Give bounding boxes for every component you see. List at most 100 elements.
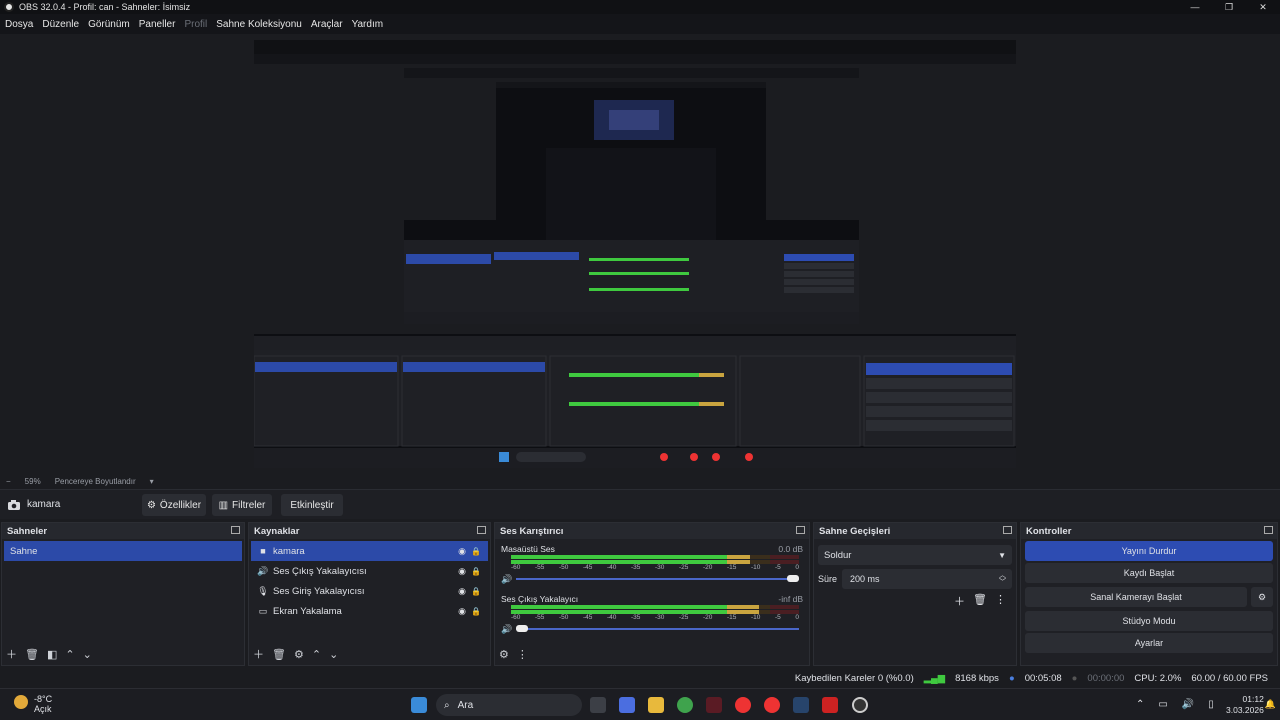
undock-icon[interactable]	[1003, 526, 1012, 534]
undock-icon[interactable]	[231, 526, 240, 534]
weather-widget[interactable]: -8°C Açık	[34, 694, 52, 714]
chevron-down-icon[interactable]: ⌄	[329, 648, 338, 661]
taskbar-search[interactable]: ⌕ Ara	[436, 694, 582, 716]
maximize-button[interactable]: ❐	[1212, 0, 1246, 14]
source-item-label: Ses Giriş Yakalayıcısı	[273, 585, 365, 597]
volume-slider[interactable]	[516, 625, 799, 632]
app-icon[interactable]	[706, 697, 722, 713]
clock[interactable]: 01:12 3.03.2026	[1226, 694, 1264, 716]
trash-icon[interactable]: 🗑	[25, 648, 39, 661]
volume-knob[interactable]	[787, 575, 799, 582]
add-icon[interactable]: ＋	[954, 593, 965, 609]
add-icon[interactable]: ＋	[253, 646, 264, 662]
lock-icon[interactable]: 🔒	[471, 567, 481, 576]
steam-icon[interactable]	[793, 697, 809, 713]
studio-mode-button[interactable]: Stüdyo Modu	[1025, 611, 1273, 631]
stop-streaming-button[interactable]: Yayını Durdur	[1025, 541, 1273, 561]
trash-icon[interactable]: 🗑	[272, 648, 286, 661]
volume-icon[interactable]: 🔊	[1182, 699, 1194, 710]
volume-slider[interactable]	[516, 575, 799, 582]
start-recording-button[interactable]: Kaydı Başlat	[1025, 563, 1273, 583]
lock-icon[interactable]: 🔒	[471, 547, 481, 556]
preview-area[interactable]	[0, 34, 1280, 474]
scene-transitions-dock: Sahne Geçişleri Soldur ▼ Süre 200 ms ︿ ﹀ …	[813, 522, 1017, 666]
task-view-icon[interactable]	[590, 697, 606, 713]
spin-arrows-icon[interactable]: ︿ ﹀	[999, 572, 1006, 586]
eye-icon[interactable]: ◉	[458, 606, 466, 617]
source-item-camera[interactable]: ■ kamara ◉ 🔒	[251, 541, 488, 561]
menu-help[interactable]: Yardım	[352, 19, 384, 30]
gear-icon[interactable]: ⚙	[294, 648, 304, 661]
menu-profile[interactable]: Profil	[184, 19, 207, 30]
eye-icon[interactable]: ◉	[458, 586, 466, 597]
undock-icon[interactable]	[1264, 526, 1273, 534]
volume-knob[interactable]	[516, 625, 529, 632]
mixer-channels: Masaüstü Ses 0.0 dB -60 -55 -50 -45 -40 -35 -30-…	[495, 543, 809, 635]
speaker-icon[interactable]: 🔊	[501, 624, 512, 635]
obs-taskbar-icon[interactable]	[852, 697, 868, 713]
youtube-app-icon[interactable]	[822, 697, 838, 713]
chevron-up-icon[interactable]: ⌃	[312, 648, 321, 661]
menu-scene-collection[interactable]: Sahne Koleksiyonu	[216, 19, 302, 30]
source-item-audio-output[interactable]: 🔊 Ses Çıkış Yakalayıcısı ◉ 🔒	[251, 561, 488, 581]
advanced-audio-icon[interactable]: ⚙	[499, 648, 509, 661]
zoom-out-button[interactable]: −	[6, 477, 11, 486]
windows-start-icon[interactable]	[411, 697, 427, 713]
start-virtual-camera-button[interactable]: Sanal Kamerayı Başlat	[1025, 587, 1247, 607]
meter-green	[511, 605, 727, 609]
menu-view[interactable]: Görünüm	[88, 19, 130, 30]
chevron-down-icon[interactable]: ⌄	[83, 648, 92, 661]
notification-icon[interactable]: 🔔	[1265, 699, 1276, 710]
tick-label: 0	[795, 614, 799, 621]
preview-canvas[interactable]	[254, 40, 1016, 468]
filters-button[interactable]: ▥ Filtreler	[212, 494, 272, 516]
fit-to-window-button[interactable]: Pencereye Boyutlandır	[55, 477, 136, 486]
scene-item[interactable]: Sahne	[4, 541, 242, 561]
battery-icon[interactable]: ▯	[1208, 699, 1214, 710]
menu-edit[interactable]: Düzenle	[42, 19, 79, 30]
source-item-display-capture[interactable]: ▭ Ekran Yakalama ◉ 🔒	[251, 601, 488, 621]
filter-icon: ▥	[218, 499, 229, 511]
tick-label: -55	[535, 564, 545, 571]
undock-icon[interactable]	[796, 526, 805, 534]
more-icon[interactable]: ⋮	[995, 593, 1006, 609]
source-item-audio-input[interactable]: 🎙 Ses Giriş Yakalayıcısı ◉ 🔒	[251, 581, 488, 601]
file-explorer-icon[interactable]	[648, 697, 664, 713]
add-icon[interactable]: ＋	[6, 646, 17, 662]
channel-name: Ses Çıkış Yakalayıcı	[501, 594, 579, 604]
chrome-icon[interactable]	[677, 697, 693, 713]
tick-label: -50	[559, 614, 569, 621]
meter-ticks: -60 -55 -50 -45 -40 -35 -30 -25 -20 -15 -10 -5 0	[511, 614, 799, 623]
chevron-down-icon[interactable]: ▾	[150, 477, 154, 486]
transition-select[interactable]: Soldur ▼	[818, 545, 1012, 565]
lock-icon[interactable]: 🔒	[471, 587, 481, 596]
minimize-button[interactable]: —	[1178, 0, 1212, 14]
clock-time: 01:12	[1242, 694, 1264, 704]
menu-docks[interactable]: Paneller	[139, 19, 176, 30]
media-player-icon[interactable]	[764, 697, 780, 713]
eye-icon[interactable]: ◉	[458, 546, 466, 557]
virtual-camera-settings-button[interactable]: ⚙	[1251, 587, 1273, 607]
trash-icon[interactable]: 🗑	[973, 593, 987, 609]
menu-file[interactable]: Dosya	[5, 19, 33, 30]
more-icon[interactable]: ⋮	[517, 648, 528, 661]
close-button[interactable]: ✕	[1246, 0, 1280, 14]
lock-icon[interactable]: 🔒	[471, 607, 481, 616]
copilot-icon[interactable]	[619, 697, 635, 713]
chevron-up-icon[interactable]: ⌃	[1136, 699, 1144, 710]
meter-green	[511, 555, 727, 559]
interact-button[interactable]: Etkinleştir	[281, 494, 343, 516]
eye-icon[interactable]: ◉	[458, 566, 466, 577]
scene-filters-icon[interactable]: ◧	[47, 648, 57, 661]
undock-icon[interactable]	[477, 526, 486, 534]
settings-button[interactable]: Ayarlar	[1025, 633, 1273, 653]
level-meter	[511, 610, 799, 614]
chevron-up-icon[interactable]: ⌃	[65, 648, 74, 661]
youtube-icon[interactable]	[735, 697, 751, 713]
network-icon[interactable]: ▭	[1158, 699, 1167, 710]
mixer-dock-header: Ses Karıştırıcı	[495, 523, 809, 539]
duration-spinbox[interactable]: 200 ms ︿ ﹀	[842, 569, 1012, 589]
properties-button[interactable]: ⚙ Özellikler	[142, 494, 206, 516]
menu-tools[interactable]: Araçlar	[311, 19, 343, 30]
speaker-icon[interactable]: 🔊	[501, 574, 512, 585]
